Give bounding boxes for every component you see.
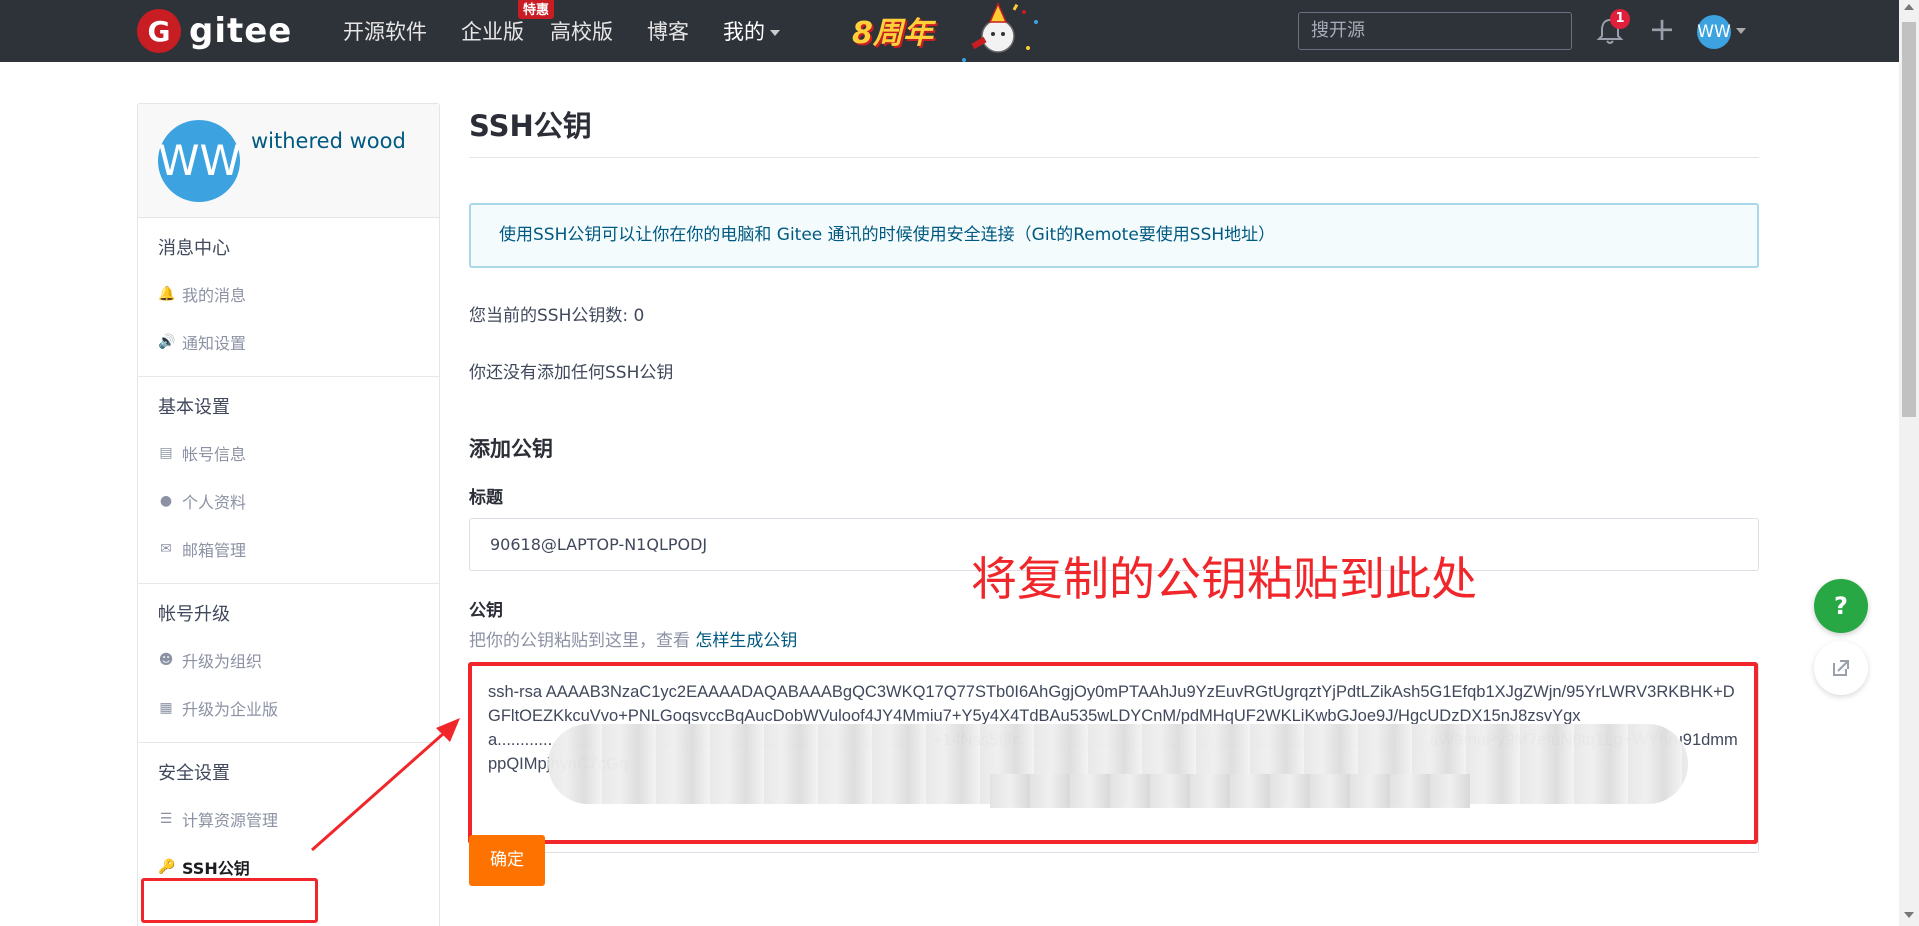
users-icon: ☻ <box>158 652 174 668</box>
search-input[interactable]: 搜开源 <box>1298 12 1572 50</box>
section-basic-settings: 基本设置 ▤ 帐号信息 ● 个人资料 ✉ 邮箱管理 <box>138 377 439 584</box>
section-message-center: 消息中心 🔔 我的消息 🔊 通知设置 <box>138 218 439 377</box>
section-title: 帐号升级 <box>158 604 230 625</box>
plus-icon[interactable]: + <box>1648 13 1676 45</box>
public-key-textarea[interactable]: ssh-rsa AAAAB3NzaC1yc2EAAAADAQABAAABgQC3… <box>468 662 1759 853</box>
scroll-thumb[interactable] <box>1902 22 1916 417</box>
promo-badge: 特惠 <box>517 0 554 19</box>
profile-avatar[interactable]: WW <box>158 120 241 202</box>
section-title: 消息中心 <box>158 238 230 259</box>
title-field-label: 标题 <box>469 488 503 508</box>
nav-mine-label: 我的 <box>723 20 765 44</box>
sidebar-item-label: 帐号信息 <box>182 445 247 464</box>
server-icon: ☰ <box>159 811 173 827</box>
key-hint-text: 把你的公钥粘贴到这里，查看 <box>469 631 690 651</box>
nav-enterprise-label: 企业版 <box>461 20 524 44</box>
main-nav: 开源软件 企业版 特惠 高校版 博客 我的 <box>343 0 814 62</box>
info-alert: 使用SSH公钥可以让你在你的电脑和 Gitee 通讯的时候使用安全连接（Git的… <box>469 203 1759 268</box>
submit-button[interactable]: 确定 <box>469 835 545 886</box>
sidebar-item-label: 个人资料 <box>182 493 247 512</box>
chevron-down-icon <box>770 30 780 36</box>
nav-blog[interactable]: 博客 <box>647 16 689 46</box>
sidebar-item-label: 计算资源管理 <box>182 811 279 830</box>
nav-enterprise[interactable]: 企业版 特惠 <box>461 0 554 46</box>
sidebar-item-label: 升级为企业版 <box>182 700 279 719</box>
help-button[interactable]: ? <box>1814 579 1868 633</box>
annotation-arrow-icon <box>311 718 460 852</box>
add-key-heading: 添加公钥 <box>469 437 553 461</box>
party-mascot-icon <box>962 2 1038 62</box>
sidebar-item-label: SSH公钥 <box>182 859 250 878</box>
how-to-generate-link[interactable]: 怎样生成公钥 <box>695 631 797 651</box>
section-title: 基本设置 <box>158 397 230 418</box>
gitee-logo[interactable]: G gitee <box>137 9 292 53</box>
id-card-icon: ▤ <box>159 445 173 461</box>
top-navbar: G gitee 开源软件 企业版 特惠 高校版 博客 我的 8周年 搜开源 1 … <box>0 0 1899 62</box>
main-content: SSH公钥 使用SSH公钥可以让你在你的电脑和 Gitee 通讯的时候使用安全连… <box>468 103 1759 853</box>
sidebar-item-account-info[interactable]: ▤ 帐号信息 <box>158 429 439 477</box>
page-title: SSH公钥 <box>469 103 1759 158</box>
sidebar-item-email[interactable]: ✉ 邮箱管理 <box>158 525 439 573</box>
user-avatar[interactable]: WW <box>1697 15 1731 49</box>
profile-username[interactable]: withered wood <box>251 129 406 153</box>
user-icon: ● <box>159 493 173 509</box>
notification-count-badge: 1 <box>1610 9 1630 29</box>
mail-icon: ✉ <box>160 541 172 557</box>
key-hint: 把你的公钥粘贴到这里，查看 怎样生成公钥 <box>469 626 1759 651</box>
sidebar-item-upgrade-org[interactable]: ☻ 升级为组织 <box>158 636 439 684</box>
gitee-logo-text: gitee <box>189 11 293 51</box>
annotation-label: 将复制的公钥粘贴到此处 <box>971 552 1477 606</box>
external-link-icon <box>1833 660 1849 676</box>
building-icon: ▦ <box>159 700 173 716</box>
ssh-key-count: 您当前的SSH公钥数: 0 <box>469 306 645 326</box>
sidebar-item-label: 我的消息 <box>182 286 247 305</box>
sidebar-item-notification-settings[interactable]: 🔊 通知设置 <box>158 318 439 366</box>
profile-card: WW withered wood <box>138 104 439 218</box>
gitee-logo-icon: G <box>137 9 181 53</box>
sidebar-item-label: 邮箱管理 <box>182 541 247 560</box>
sidebar-item-my-messages[interactable]: 🔔 我的消息 <box>158 270 439 318</box>
share-button[interactable] <box>1814 641 1868 695</box>
key-icon: 🔑 <box>158 859 176 875</box>
scroll-up-arrow-icon[interactable] <box>1904 4 1914 10</box>
nav-education[interactable]: 高校版 <box>550 16 613 46</box>
scroll-down-arrow-icon[interactable] <box>1904 912 1914 918</box>
sidebar-item-label: 通知设置 <box>182 334 247 353</box>
avatar-chevron-down-icon[interactable] <box>1736 28 1746 34</box>
highlight-box-key <box>468 662 1758 844</box>
highlight-box-ssh <box>141 878 318 923</box>
nav-mine[interactable]: 我的 <box>723 16 780 46</box>
sidebar-item-profile[interactable]: ● 个人资料 <box>158 477 439 525</box>
sidebar-item-label: 升级为组织 <box>182 652 263 671</box>
nav-open-source[interactable]: 开源软件 <box>343 16 427 46</box>
anniversary-banner[interactable]: 8周年 <box>852 8 933 52</box>
volume-icon: 🔊 <box>158 334 176 350</box>
bell-icon: 🔔 <box>158 286 176 302</box>
empty-state-text: 你还没有添加任何SSH公钥 <box>469 363 674 383</box>
page-scrollbar[interactable] <box>1899 0 1919 926</box>
